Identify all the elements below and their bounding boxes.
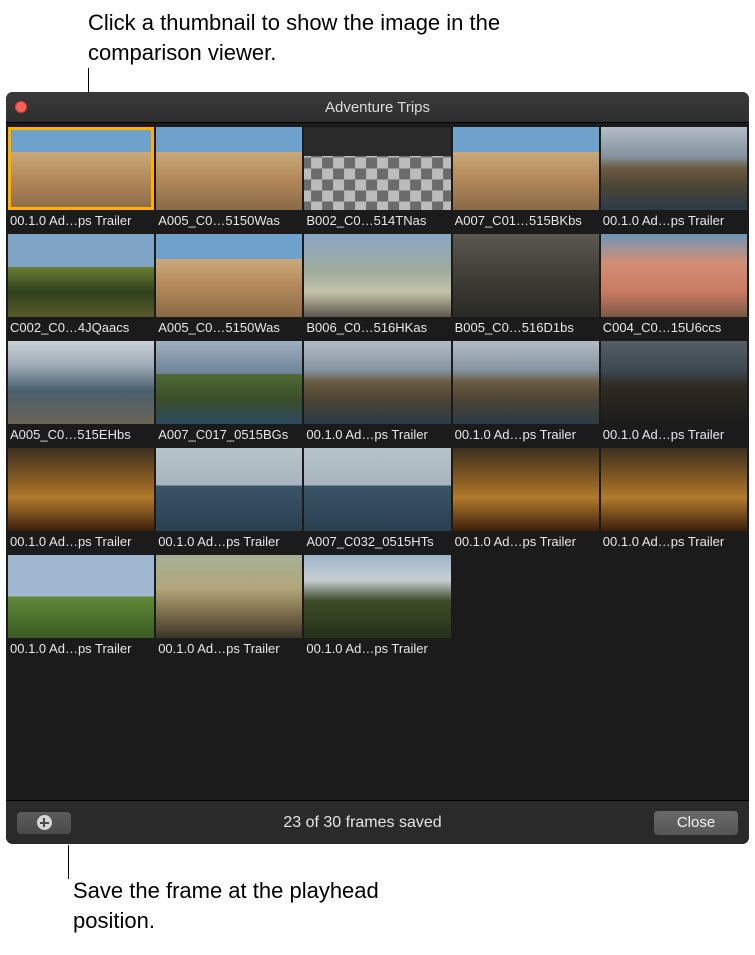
thumbnail-image bbox=[601, 127, 747, 210]
thumbnail-label: B002_C0…514TNas bbox=[304, 210, 450, 232]
thumbnail-label: A005_C0…5150Was bbox=[156, 317, 302, 339]
thumbnail-image bbox=[304, 234, 450, 317]
thumbnail-image bbox=[304, 555, 450, 638]
thumbnail[interactable]: 00.1.0 Ad…ps Trailer bbox=[601, 448, 747, 553]
thumbnail[interactable]: B006_C0…516HKas bbox=[304, 234, 450, 339]
thumbnail-label: A005_C0…5150Was bbox=[156, 210, 302, 232]
thumbnail-label: 00.1.0 Ad…ps Trailer bbox=[8, 210, 154, 232]
plus-icon bbox=[37, 815, 52, 830]
thumbnail-image bbox=[8, 127, 154, 210]
callout-line-bottom bbox=[68, 845, 69, 879]
thumbnail[interactable]: 00.1.0 Ad…ps Trailer bbox=[304, 555, 450, 660]
callout-top: Click a thumbnail to show the image in t… bbox=[88, 8, 508, 67]
thumbnail-image bbox=[304, 341, 450, 424]
thumbnail[interactable]: A005_C0…515EHbs bbox=[8, 341, 154, 446]
thumbnail[interactable]: C002_C0…4JQaacs bbox=[8, 234, 154, 339]
thumbnail-image bbox=[453, 448, 599, 531]
add-frame-button[interactable] bbox=[16, 811, 72, 835]
thumbnail[interactable]: A005_C0…5150Was bbox=[156, 127, 302, 232]
thumbnail-label: 00.1.0 Ad…ps Trailer bbox=[8, 638, 154, 660]
titlebar: Adventure Trips bbox=[6, 92, 749, 123]
thumbnail-image bbox=[156, 234, 302, 317]
thumbnail[interactable]: A005_C0…5150Was bbox=[156, 234, 302, 339]
traffic-lights bbox=[15, 101, 27, 113]
thumbnail-label: 00.1.0 Ad…ps Trailer bbox=[601, 531, 747, 553]
thumbnail[interactable]: 00.1.0 Ad…ps Trailer bbox=[8, 448, 154, 553]
thumbnail[interactable]: B005_C0…516D1bs bbox=[453, 234, 599, 339]
thumbnail-label: A007_C032_0515HTs bbox=[304, 531, 450, 553]
thumbnail-grid-area: 00.1.0 Ad…ps TrailerA005_C0…5150WasB002_… bbox=[6, 123, 749, 800]
thumbnail-label: 00.1.0 Ad…ps Trailer bbox=[601, 424, 747, 446]
thumbnail-image bbox=[8, 234, 154, 317]
thumbnail[interactable]: 00.1.0 Ad…ps Trailer bbox=[8, 127, 154, 232]
thumbnail-label: 00.1.0 Ad…ps Trailer bbox=[304, 638, 450, 660]
thumbnail-image bbox=[601, 448, 747, 531]
frames-status: 23 of 30 frames saved bbox=[84, 814, 641, 832]
window-title: Adventure Trips bbox=[6, 99, 749, 116]
thumbnail-label: B005_C0…516D1bs bbox=[453, 317, 599, 339]
thumbnail-grid: 00.1.0 Ad…ps TrailerA005_C0…5150WasB002_… bbox=[8, 127, 747, 660]
thumbnail-image bbox=[156, 341, 302, 424]
thumbnail[interactable]: 00.1.0 Ad…ps Trailer bbox=[8, 555, 154, 660]
thumbnail-label: 00.1.0 Ad…ps Trailer bbox=[156, 531, 302, 553]
thumbnail-image bbox=[453, 234, 599, 317]
thumbnail-image bbox=[601, 341, 747, 424]
thumbnail[interactable]: A007_C032_0515HTs bbox=[304, 448, 450, 553]
callout-bottom: Save the frame at the playhead position. bbox=[73, 876, 393, 935]
thumbnail[interactable]: 00.1.0 Ad…ps Trailer bbox=[156, 555, 302, 660]
thumbnail-image bbox=[8, 341, 154, 424]
thumbnail-image bbox=[8, 555, 154, 638]
thumbnail-label: 00.1.0 Ad…ps Trailer bbox=[304, 424, 450, 446]
thumbnail-image bbox=[156, 555, 302, 638]
thumbnail-image bbox=[304, 448, 450, 531]
thumbnail-label: 00.1.0 Ad…ps Trailer bbox=[453, 424, 599, 446]
thumbnail-image bbox=[453, 341, 599, 424]
thumbnail[interactable]: C004_C0…15U6ccs bbox=[601, 234, 747, 339]
thumbnail-label: 00.1.0 Ad…ps Trailer bbox=[156, 638, 302, 660]
window-close-button[interactable] bbox=[15, 101, 27, 113]
thumbnail-label: C002_C0…4JQaacs bbox=[8, 317, 154, 339]
thumbnail[interactable]: B002_C0…514TNas bbox=[304, 127, 450, 232]
thumbnail-image bbox=[453, 127, 599, 210]
thumbnail-image bbox=[8, 448, 154, 531]
thumbnail-label: 00.1.0 Ad…ps Trailer bbox=[601, 210, 747, 232]
thumbnail[interactable]: 00.1.0 Ad…ps Trailer bbox=[601, 341, 747, 446]
thumbnail-image bbox=[304, 127, 450, 210]
thumbnail[interactable]: 00.1.0 Ad…ps Trailer bbox=[453, 448, 599, 553]
thumbnail[interactable]: 00.1.0 Ad…ps Trailer bbox=[156, 448, 302, 553]
thumbnail-image bbox=[156, 448, 302, 531]
thumbnail-label: 00.1.0 Ad…ps Trailer bbox=[8, 531, 154, 553]
thumbnail-label: B006_C0…516HKas bbox=[304, 317, 450, 339]
thumbnail[interactable]: 00.1.0 Ad…ps Trailer bbox=[453, 341, 599, 446]
close-button[interactable]: Close bbox=[653, 810, 739, 836]
thumbnail[interactable]: 00.1.0 Ad…ps Trailer bbox=[601, 127, 747, 232]
bottom-bar: 23 of 30 frames saved Close bbox=[6, 800, 749, 844]
thumbnail-label: 00.1.0 Ad…ps Trailer bbox=[453, 531, 599, 553]
thumbnail-label: A005_C0…515EHbs bbox=[8, 424, 154, 446]
thumbnail-label: C004_C0…15U6ccs bbox=[601, 317, 747, 339]
thumbnail[interactable]: A007_C01…515BKbs bbox=[453, 127, 599, 232]
thumbnail[interactable]: A007_C017_0515BGs bbox=[156, 341, 302, 446]
thumbnail[interactable]: 00.1.0 Ad…ps Trailer bbox=[304, 341, 450, 446]
thumbnail-image bbox=[601, 234, 747, 317]
frames-window: Adventure Trips 00.1.0 Ad…ps TrailerA005… bbox=[6, 92, 749, 844]
thumbnail-label: A007_C017_0515BGs bbox=[156, 424, 302, 446]
thumbnail-label: A007_C01…515BKbs bbox=[453, 210, 599, 232]
thumbnail-image bbox=[156, 127, 302, 210]
